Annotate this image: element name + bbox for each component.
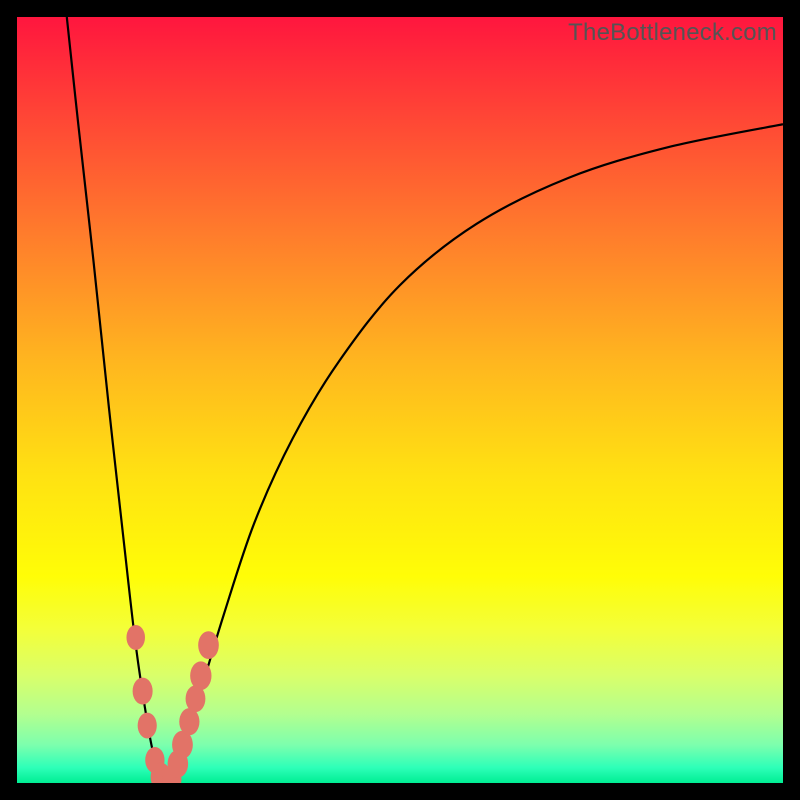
chart-frame: TheBottleneck.com — [0, 0, 800, 800]
curve-marker — [126, 625, 145, 650]
plot-area: TheBottleneck.com — [17, 17, 783, 783]
curve-marker — [133, 678, 153, 705]
bottleneck-curve-svg — [17, 17, 783, 783]
curve-marker — [190, 661, 211, 690]
curve-marker — [198, 631, 219, 659]
marker-group — [126, 625, 218, 783]
bottleneck-curve-path — [67, 17, 783, 783]
watermark-text: TheBottleneck.com — [568, 19, 777, 47]
curve-marker — [138, 713, 157, 739]
curve-marker — [179, 708, 199, 735]
